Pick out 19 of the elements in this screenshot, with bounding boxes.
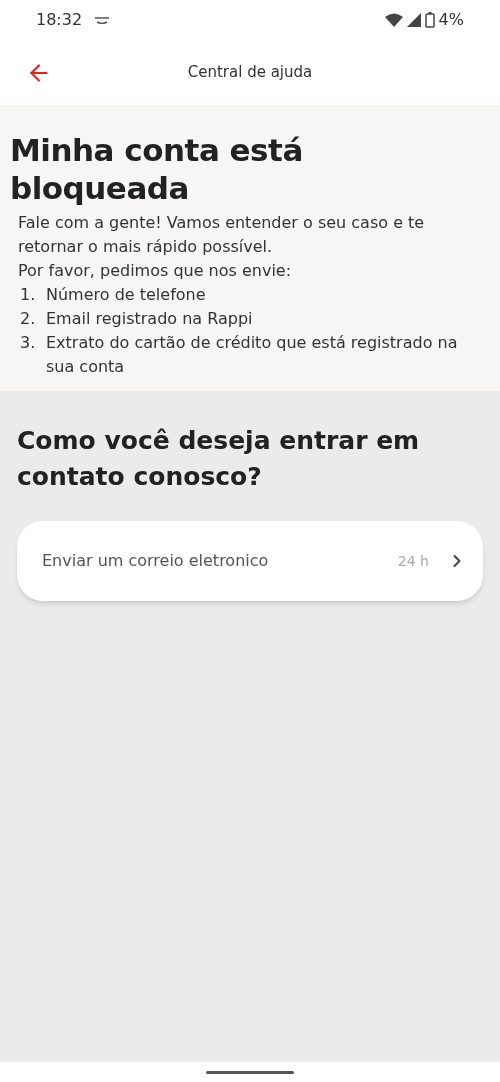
list-number: 1. (20, 284, 37, 306)
list-number: 2. (20, 308, 37, 330)
list-item-text: Número de telefone (46, 284, 206, 306)
list-item-text: Email registrado na Rappi (46, 308, 253, 330)
page-title: Central de ajuda (187, 62, 313, 84)
contact-option[interactable]: Enviar um correio eletronico 24 h (17, 521, 483, 601)
battery-level: 4% (438, 9, 464, 31)
info-title: Minha conta está bloqueada (10, 131, 304, 207)
info-text: Por favor, pedimos que nos envie: (18, 260, 293, 282)
contact-title: Como você deseja entrar em contato conosco? (17, 425, 421, 493)
wifi-icon (384, 13, 403, 27)
list-item-text: Extrato do cartão de crédito que está registrado na sua conta (46, 332, 459, 378)
battery-icon (424, 12, 435, 28)
status-time: 18:32 (36, 9, 83, 31)
info-text: Fale com a gente! Vamos entender o seu caso e te retornar o mais rápido possível. (18, 212, 426, 258)
signal-icon (406, 13, 421, 27)
home-indicator[interactable] (206, 1070, 294, 1074)
response-time: 24 h (397, 551, 429, 571)
list-number: 3. (20, 332, 37, 354)
